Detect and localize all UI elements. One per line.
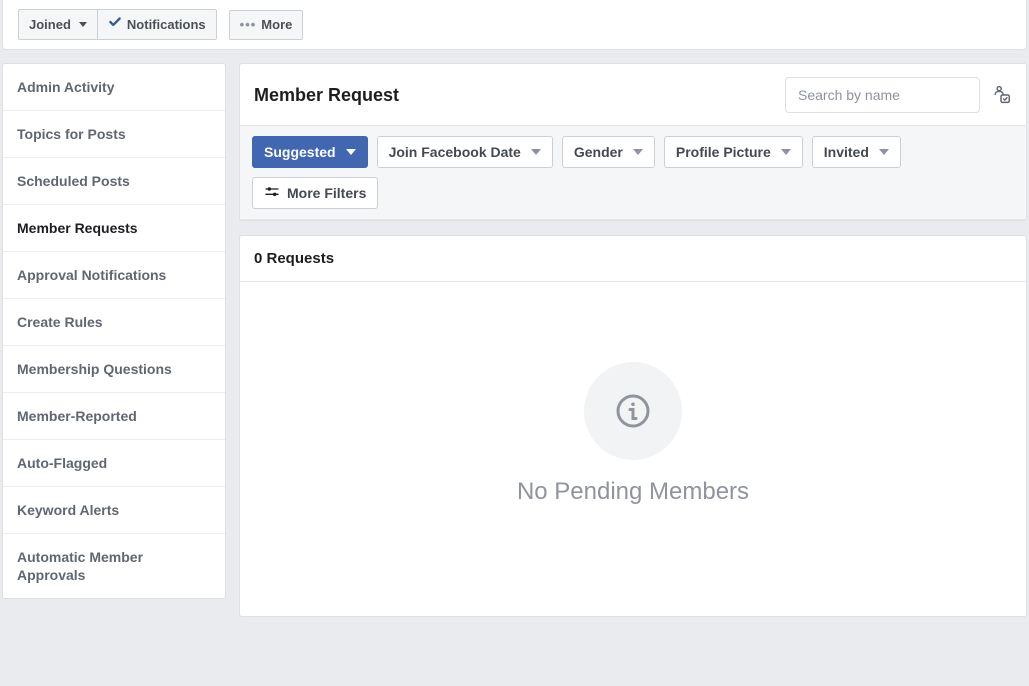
filter-invited[interactable]: Invited <box>812 136 901 168</box>
page-wrap: Admin Activity Topics for Posts Schedule… <box>0 50 1029 617</box>
info-icon <box>615 393 651 429</box>
sidebar-item-member-reported[interactable]: Member-Reported <box>3 393 225 440</box>
caret-down-icon <box>346 149 356 155</box>
sidebar-item-keyword-alerts[interactable]: Keyword Alerts <box>3 487 225 534</box>
filter-row: Suggested Join Facebook Date Gender Prof… <box>240 126 1026 220</box>
filter-label: Join Facebook Date <box>389 143 521 161</box>
filter-more-filters[interactable]: More Filters <box>252 177 378 209</box>
sliders-icon <box>264 185 280 201</box>
sidebar-item-topics-for-posts[interactable]: Topics for Posts <box>3 111 225 158</box>
member-request-panel: Member Request Suggested <box>239 63 1027 221</box>
caret-down-icon <box>633 149 643 155</box>
caret-down-icon <box>879 149 889 155</box>
filter-label: Suggested <box>264 143 336 161</box>
dots-icon: ••• <box>240 16 257 34</box>
sidebar-item-label: Automatic Member Approvals <box>17 549 143 583</box>
sidebar-item-create-rules[interactable]: Create Rules <box>3 299 225 346</box>
caret-down-icon <box>781 149 791 155</box>
sidebar-item-label: Member-Reported <box>17 408 137 424</box>
joined-button[interactable]: Joined <box>18 9 98 40</box>
empty-message: No Pending Members <box>517 478 749 506</box>
sidebar-item-membership-questions[interactable]: Membership Questions <box>3 346 225 393</box>
sidebar-item-label: Keyword Alerts <box>17 502 119 518</box>
joined-label: Joined <box>29 16 71 34</box>
filter-label: Profile Picture <box>676 143 771 161</box>
filter-suggested[interactable]: Suggested <box>252 136 368 168</box>
filter-gender[interactable]: Gender <box>562 136 655 168</box>
notifications-button[interactable]: Notifications <box>98 9 217 40</box>
sidebar-item-label: Membership Questions <box>17 361 172 377</box>
info-circle <box>584 362 682 460</box>
header-actions <box>785 77 1012 113</box>
filter-label: Gender <box>574 143 623 161</box>
empty-state: No Pending Members <box>240 282 1026 616</box>
sidebar-item-label: Approval Notifications <box>17 267 166 283</box>
sidebar-item-label: Create Rules <box>17 314 103 330</box>
caret-down-icon <box>79 22 87 27</box>
sidebar-item-member-requests[interactable]: Member Requests <box>3 205 225 252</box>
notifications-label: Notifications <box>127 16 206 34</box>
requests-card: 0 Requests No Pending Members <box>239 235 1027 617</box>
sidebar-item-label: Topics for Posts <box>17 126 126 142</box>
filter-join-date[interactable]: Join Facebook Date <box>377 136 553 168</box>
sidebar-item-scheduled-posts[interactable]: Scheduled Posts <box>3 158 225 205</box>
sidebar-item-automatic-member-approvals[interactable]: Automatic Member Approvals <box>3 534 225 598</box>
admin-sidebar: Admin Activity Topics for Posts Schedule… <box>2 63 226 599</box>
filter-label: Invited <box>824 143 869 161</box>
sidebar-item-approval-notifications[interactable]: Approval Notifications <box>3 252 225 299</box>
panel-header: Member Request <box>240 64 1026 126</box>
top-action-bar: Joined Notifications ••• More <box>2 0 1027 50</box>
main-column: Member Request Suggested <box>239 63 1027 617</box>
requests-count: 0 Requests <box>240 236 1026 282</box>
filter-profile-picture[interactable]: Profile Picture <box>664 136 803 168</box>
sidebar-item-label: Scheduled Posts <box>17 173 130 189</box>
sidebar-item-label: Auto-Flagged <box>17 455 107 471</box>
sidebar-item-label: Member Requests <box>17 220 138 236</box>
people-check-icon[interactable] <box>990 84 1012 106</box>
joined-notifications-group: Joined Notifications <box>18 9 217 40</box>
more-button[interactable]: ••• More <box>229 10 304 40</box>
sidebar-item-auto-flagged[interactable]: Auto-Flagged <box>3 440 225 487</box>
page-title: Member Request <box>254 85 399 106</box>
caret-down-icon <box>531 149 541 155</box>
check-icon <box>108 15 122 34</box>
filter-label: More Filters <box>287 184 366 202</box>
more-label: More <box>261 16 292 34</box>
sidebar-item-admin-activity[interactable]: Admin Activity <box>3 64 225 111</box>
sidebar-item-label: Admin Activity <box>17 79 115 95</box>
search-input[interactable] <box>785 77 980 113</box>
